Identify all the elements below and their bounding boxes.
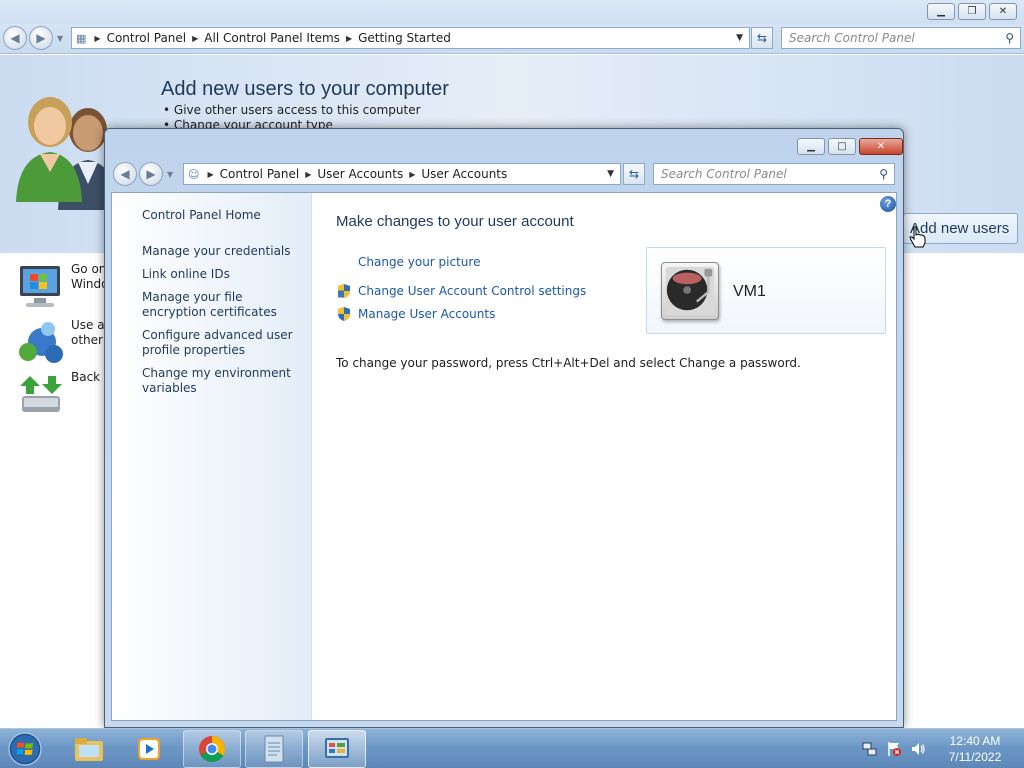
manage-user-accounts-link[interactable]: Manage User Accounts <box>358 307 495 321</box>
action-center-flag-icon[interactable] <box>886 741 902 757</box>
bg-titlebar: ▁ ❐ ✕ <box>0 0 1024 24</box>
taskbar: 12:40 AM 7/11/2022 <box>0 728 1024 768</box>
volume-icon[interactable] <box>910 741 926 757</box>
windows-monitor-icon <box>20 266 60 307</box>
taskbar-media-player-button[interactable] <box>120 730 178 768</box>
bg-refresh-button[interactable]: ⇆ <box>751 27 773 49</box>
search-icon[interactable]: ⚲ <box>879 167 888 181</box>
task-text-line: Go on <box>71 262 105 276</box>
avatar[interactable] <box>661 262 719 320</box>
bg-page-title: Add new users to your computer <box>161 78 449 100</box>
uac-shield-icon <box>338 284 350 298</box>
task-item[interactable]: Go on Windo <box>16 262 105 312</box>
control-panel-icon: ▦ <box>76 31 87 45</box>
taskbar-explorer-button[interactable] <box>60 730 118 768</box>
document-icon <box>264 735 284 763</box>
bg-bullet-item: • Give other users access to this comput… <box>163 103 421 117</box>
bg-crumb-all-items[interactable]: All Control Panel Items <box>198 31 346 45</box>
crumb-user-accounts-current[interactable]: User Accounts <box>415 167 513 181</box>
taskbar-clock[interactable]: 12:40 AM 7/11/2022 <box>940 733 1010 765</box>
backup-drive-icon <box>20 376 62 412</box>
refresh-button[interactable]: ⇆ <box>623 163 645 185</box>
bg-crumb-getting-started[interactable]: Getting Started <box>352 31 457 45</box>
task-text-line: Windo <box>71 277 105 291</box>
minimize-button[interactable]: ▁ <box>797 138 825 155</box>
bg-forward-button[interactable]: ▶ <box>29 26 53 50</box>
account-card: VM1 <box>646 247 886 334</box>
chrome-icon <box>199 736 226 763</box>
clock-time: 12:40 AM <box>949 734 1001 748</box>
taskbar-chrome-button[interactable] <box>183 730 241 768</box>
uac-shield-icon <box>338 307 350 321</box>
close-button[interactable]: ✕ <box>859 138 903 155</box>
back-button[interactable]: ◀ <box>113 162 137 186</box>
chevron-down-icon[interactable]: ▼ <box>736 33 743 43</box>
control-panel-icon <box>325 738 349 758</box>
control-panel-home-link[interactable]: Control Panel Home <box>142 208 302 223</box>
network-icon[interactable] <box>862 741 878 757</box>
bg-minimize-button[interactable]: ▁ <box>927 3 955 20</box>
task-text-line: Use a <box>71 318 105 332</box>
help-icon[interactable]: ? <box>880 196 896 212</box>
user-accounts-icon: ☺ <box>188 167 200 181</box>
crumb-control-panel[interactable]: Control Panel <box>214 167 306 181</box>
clock-date: 7/11/2022 <box>948 750 1002 764</box>
user-accounts-window: ▁ □ ✕ ◀ ▶ ▼ ☺ ▶ Control Panel ▶ User Acc… <box>104 128 904 728</box>
task-item[interactable]: Back u <box>16 370 105 420</box>
main-heading: Make changes to your user account <box>336 213 574 230</box>
uac-settings-link[interactable]: Change User Account Control settings <box>358 284 586 298</box>
bg-back-button[interactable]: ◀ <box>3 26 27 50</box>
task-text-line: Back u <box>71 370 105 384</box>
media-player-icon <box>138 738 160 760</box>
fg-titlebar[interactable]: ▁ □ ✕ <box>105 129 903 159</box>
main-pane: ? Make changes to your user account Chan… <box>313 193 896 720</box>
start-button[interactable] <box>6 731 44 767</box>
bg-recent-pages-icon[interactable]: ▼ <box>57 34 63 43</box>
system-tray <box>862 729 926 768</box>
forward-button[interactable]: ▶ <box>139 162 163 186</box>
chevron-down-icon[interactable]: ▼ <box>607 169 614 179</box>
bg-close-button[interactable]: ✕ <box>989 3 1017 20</box>
bg-address-bar[interactable]: ▦ ▶ Control Panel ▶ All Control Panel It… <box>71 27 750 49</box>
search-placeholder: Search Control Panel <box>661 167 787 181</box>
bg-search-placeholder: Search Control Panel <box>789 31 915 45</box>
bg-crumb-control-panel[interactable]: Control Panel <box>101 31 193 45</box>
folder-icon <box>75 738 103 761</box>
maximize-button[interactable]: □ <box>828 138 856 155</box>
address-bar[interactable]: ☺ ▶ Control Panel ▶ User Accounts ▶ User… <box>183 163 621 185</box>
fg-navbar: ◀ ▶ ▼ ☺ ▶ Control Panel ▶ User Accounts … <box>105 159 903 191</box>
hand-cursor-icon <box>909 226 926 248</box>
taskbar-document-button[interactable] <box>245 730 303 768</box>
taskbar-control-panel-button[interactable] <box>308 730 366 768</box>
account-name: VM1 <box>733 283 766 300</box>
bg-navbar: ◀ ▶ ▼ ▦ ▶ Control Panel ▶ All Control Pa… <box>0 24 1024 54</box>
link-online-ids-link[interactable]: Link online IDs <box>142 267 302 282</box>
bg-search-input[interactable]: Search Control Panel ⚲ <box>781 27 1021 49</box>
task-text-line: other <box>71 333 103 347</box>
advanced-profile-link[interactable]: Configure advanced user profile properti… <box>142 328 302 358</box>
crumb-user-accounts[interactable]: User Accounts <box>311 167 409 181</box>
left-pane: Control Panel Home Manage your credentia… <box>112 193 312 720</box>
environment-variables-link[interactable]: Change my environment variables <box>142 366 302 396</box>
content-area: Control Panel Home Manage your credentia… <box>111 192 897 721</box>
manage-credentials-link[interactable]: Manage your credentials <box>142 244 302 259</box>
search-icon[interactable]: ⚲ <box>1005 31 1014 45</box>
network-globe-icon <box>19 322 63 363</box>
task-item[interactable]: Use a other <box>16 318 105 368</box>
recent-pages-icon[interactable]: ▼ <box>167 170 173 179</box>
turntable-icon <box>665 266 715 316</box>
file-encryption-link[interactable]: Manage your file encryption certificates <box>142 290 302 320</box>
bg-restore-button[interactable]: ❐ <box>958 3 986 20</box>
password-note: To change your password, press Ctrl+Alt+… <box>336 356 801 370</box>
search-input[interactable]: Search Control Panel ⚲ <box>653 163 895 185</box>
change-picture-link[interactable]: Change your picture <box>358 255 480 269</box>
